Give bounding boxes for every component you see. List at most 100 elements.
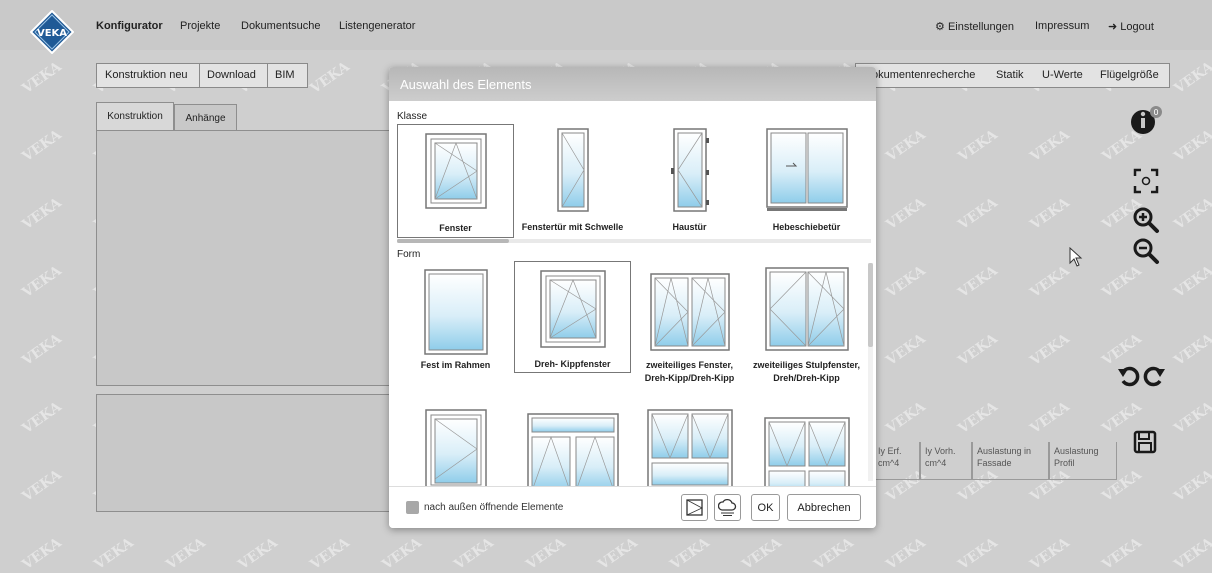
window-drawing-icon xyxy=(424,133,487,209)
window-drawing-icon xyxy=(424,409,487,489)
zoom-in-icon[interactable] xyxy=(1132,206,1160,234)
class-card-fenster[interactable]: Fenster xyxy=(397,124,514,238)
cloud-icon xyxy=(717,498,737,516)
card-label: Fest im Rahmen xyxy=(420,360,491,370)
watermark: VEKA xyxy=(1171,126,1212,166)
class-card-hebeschiebetuer[interactable]: Hebeschiebetür xyxy=(748,124,865,238)
nav-dokumentsuche[interactable]: Dokumentsuche xyxy=(241,20,321,32)
class-card-haustuer[interactable]: Haustür xyxy=(631,124,748,238)
lift-slide-door-drawing-icon xyxy=(765,128,848,211)
double-window-drawing-icon xyxy=(649,273,730,351)
watermark: VEKA xyxy=(523,534,569,573)
analysis-toolbar: okumentenrecherche Statik U-Werte Flügel… xyxy=(855,63,1170,88)
form-card-row2-3[interactable] xyxy=(631,407,748,489)
watermark: VEKA xyxy=(19,194,65,234)
fluegelgroesse-button[interactable]: Flügelgröße xyxy=(1100,69,1159,81)
svg-text:VEKA: VEKA xyxy=(37,28,67,39)
watermark: VEKA xyxy=(163,534,209,573)
impressum-link[interactable]: Impressum xyxy=(1035,20,1089,32)
nav-listengenerator[interactable]: Listengenerator xyxy=(339,20,415,32)
watermark: VEKA xyxy=(1099,534,1145,573)
weather-view-button[interactable] xyxy=(714,494,741,521)
card-label: Fenstertür mit Schwelle xyxy=(521,222,624,232)
tab-konstruktion[interactable]: Konstruktion xyxy=(96,102,174,131)
view-inside-button[interactable] xyxy=(681,494,708,521)
fit-screen-icon[interactable] xyxy=(1132,167,1160,195)
form-card-row2-2[interactable] xyxy=(514,407,631,493)
watermark: VEKA xyxy=(955,534,1001,573)
download-button[interactable]: Download xyxy=(207,69,256,81)
watermark: VEKA xyxy=(883,126,929,166)
outward-opening-label: nach außen öffnende Elemente xyxy=(424,502,564,513)
fixed-window-drawing-icon xyxy=(423,269,488,355)
watermark: VEKA xyxy=(1171,262,1212,302)
watermark: VEKA xyxy=(19,262,65,302)
watermark: VEKA xyxy=(1099,262,1145,302)
watermark: VEKA xyxy=(1171,330,1212,370)
form-card-dreh-kippfenster[interactable]: Dreh- Kippfenster xyxy=(514,261,631,373)
watermark: VEKA xyxy=(955,330,1001,370)
dokumentenrecherche-button[interactable]: okumentenrecherche xyxy=(872,69,975,81)
watermark: VEKA xyxy=(1027,398,1073,438)
card-label: Dreh- Kippfenster xyxy=(534,359,611,369)
tab-anhaenge[interactable]: Anhänge xyxy=(174,104,237,131)
redo-icon[interactable] xyxy=(1143,364,1165,388)
card-label: zweiteiliges Fenster, Dreh-Kipp/Dreh-Kip… xyxy=(644,360,735,383)
class-horizontal-scrollbar[interactable] xyxy=(397,239,871,243)
mouse-cursor-icon xyxy=(1069,247,1083,267)
window-view-icon xyxy=(686,499,703,516)
scrollbar-thumb[interactable] xyxy=(397,239,509,243)
nav-projekte[interactable]: Projekte xyxy=(180,20,220,32)
card-label: Hebeschiebetür xyxy=(772,222,841,232)
divider xyxy=(199,64,200,87)
u-werte-button[interactable]: U-Werte xyxy=(1042,69,1083,81)
scrollbar-thumb[interactable] xyxy=(868,263,873,347)
zoom-out-icon[interactable] xyxy=(1132,237,1160,265)
watermark: VEKA xyxy=(19,330,65,370)
form-card-row2-1[interactable] xyxy=(397,407,514,489)
bim-button[interactable]: BIM xyxy=(275,69,295,81)
save-icon[interactable] xyxy=(1133,430,1157,454)
class-card-fenstertuer[interactable]: Fenstertür mit Schwelle xyxy=(514,124,631,238)
card-label: zweiteiliges Stulpfenster, Dreh/Dreh-Kip… xyxy=(752,360,861,383)
watermark: VEKA xyxy=(811,534,857,573)
construction-panel xyxy=(96,130,392,386)
veka-logo: VEKA xyxy=(30,10,74,54)
form-card-zweiteilig-stulp[interactable]: zweiteiliges Stulpfenster, Dreh/Dreh-Kip… xyxy=(748,263,865,413)
balcony-door-drawing-icon xyxy=(556,128,589,212)
statik-button[interactable]: Statik xyxy=(996,69,1024,81)
gear-icon: ⚙ xyxy=(935,21,945,33)
form-card-zweiteilig-dk-dk[interactable]: zweiteiliges Fenster, Dreh-Kipp/Dreh-Kip… xyxy=(631,263,748,413)
ok-button[interactable]: OK xyxy=(751,494,780,521)
watermark: VEKA xyxy=(307,534,353,573)
form-card-row2-4[interactable] xyxy=(748,407,865,497)
logout-link[interactable]: ➜ Logout xyxy=(1108,20,1154,33)
svg-text:0: 0 xyxy=(1153,108,1158,117)
undo-icon[interactable] xyxy=(1118,364,1140,388)
watermark: VEKA xyxy=(1171,534,1212,573)
cancel-button[interactable]: Abbrechen xyxy=(787,494,861,521)
logout-icon: ➜ xyxy=(1108,21,1118,33)
info-icon[interactable]: 0 xyxy=(1130,105,1164,135)
new-construction-button[interactable]: Konstruktion neu xyxy=(105,69,188,81)
watermark: VEKA xyxy=(883,194,929,234)
watermark: VEKA xyxy=(1171,58,1212,98)
watermark: VEKA xyxy=(19,466,65,506)
form-card-fest-im-rahmen[interactable]: Fest im Rahmen xyxy=(397,263,514,413)
front-door-drawing-icon xyxy=(670,128,709,212)
watermark: VEKA xyxy=(595,534,641,573)
card-label: Fenster xyxy=(439,223,472,233)
nav-konfigurator[interactable]: Konfigurator xyxy=(96,20,163,32)
watermark: VEKA xyxy=(1171,194,1212,234)
watermark: VEKA xyxy=(235,534,281,573)
watermark: VEKA xyxy=(883,330,929,370)
watermark: VEKA xyxy=(1171,466,1212,506)
settings-link[interactable]: ⚙ Einstellungen xyxy=(935,20,1014,33)
watermark: VEKA xyxy=(883,398,929,438)
french-window-drawing-icon xyxy=(764,267,849,351)
watermark: VEKA xyxy=(19,398,65,438)
form-vertical-scrollbar[interactable] xyxy=(868,263,873,481)
outward-opening-checkbox[interactable] xyxy=(406,501,419,514)
watermark: VEKA xyxy=(883,262,929,302)
watermark: VEKA xyxy=(955,262,1001,302)
